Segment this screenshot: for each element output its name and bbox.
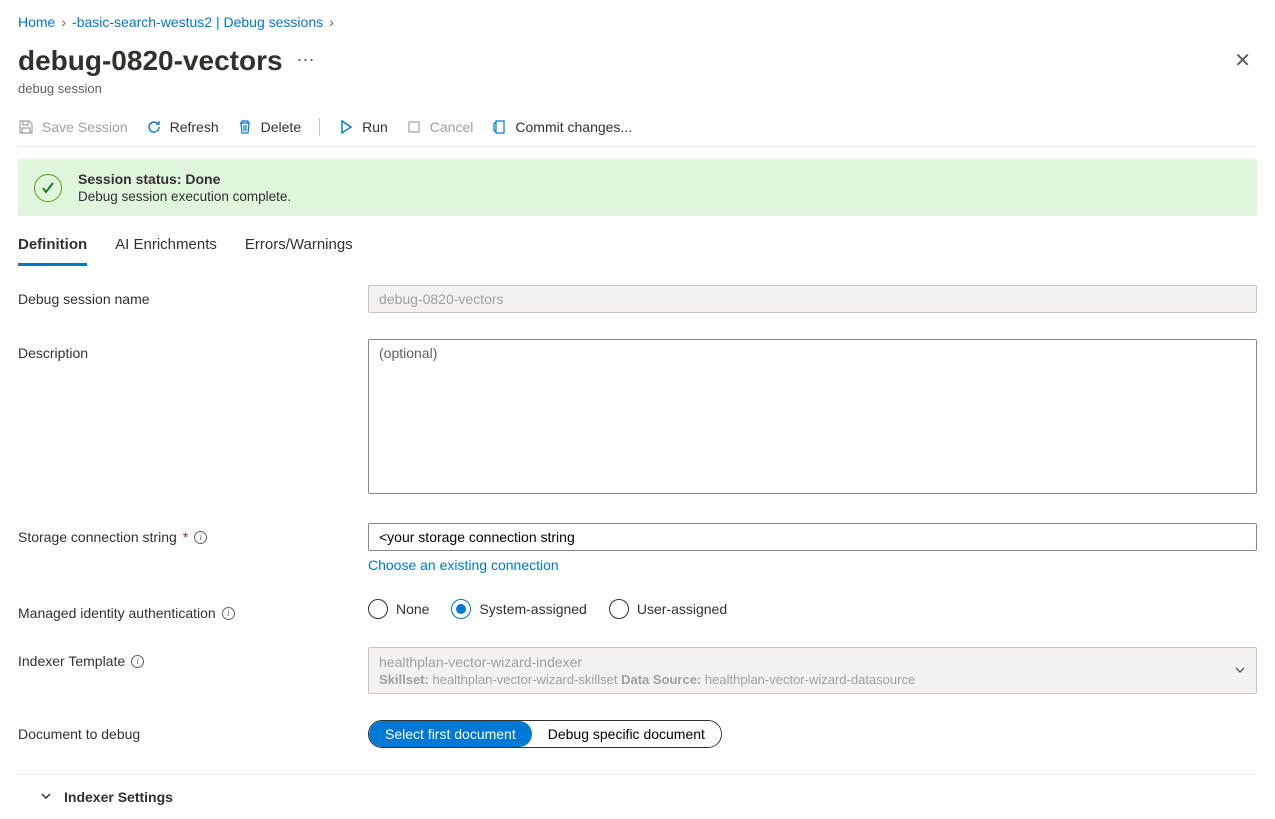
success-icon [34, 174, 62, 202]
chevron-right-icon: › [329, 14, 334, 30]
run-button[interactable]: Run [338, 119, 388, 135]
tab-ai-enrichments[interactable]: AI Enrichments [115, 230, 217, 266]
session-name-label: Debug session name [18, 285, 368, 307]
indexer-settings-header[interactable]: Indexer Settings [18, 789, 1257, 805]
indexer-template-details: Skillset: healthplan-vector-wizard-skill… [379, 672, 1226, 687]
toolbar-separator [319, 118, 320, 136]
tabs: Definition AI Enrichments Errors/Warning… [18, 230, 1257, 267]
radio-user-label: User-assigned [637, 601, 727, 617]
status-title: Session status: Done [78, 171, 291, 187]
managed-identity-label: Managed identity authentication [18, 605, 216, 621]
refresh-icon [146, 119, 162, 135]
status-message: Debug session execution complete. [78, 189, 291, 204]
chevron-down-icon [40, 789, 52, 805]
commit-label: Commit changes... [515, 119, 632, 135]
pill-select-first-document[interactable]: Select first document [369, 721, 532, 747]
commit-changes-button[interactable]: Commit changes... [491, 119, 632, 135]
breadcrumb-service[interactable]: -basic-search-westus2 | Debug sessions [72, 14, 323, 30]
breadcrumb: Home › -basic-search-westus2 | Debug ses… [18, 14, 1257, 30]
radio-system-assigned[interactable]: System-assigned [451, 599, 586, 619]
indexer-template-label: Indexer Template [18, 653, 125, 669]
choose-existing-connection-link[interactable]: Choose an existing connection [368, 557, 559, 573]
radio-user-assigned[interactable]: User-assigned [609, 599, 727, 619]
definition-form: Debug session name Description Storage c… [18, 285, 1257, 805]
page-title: debug-0820-vectors [18, 45, 283, 77]
refresh-label: Refresh [170, 119, 219, 135]
status-banner: Session status: Done Debug session execu… [18, 159, 1257, 216]
delete-label: Delete [261, 119, 301, 135]
stop-icon [406, 119, 422, 135]
save-icon [18, 119, 34, 135]
breadcrumb-home[interactable]: Home [18, 14, 55, 30]
connection-string-label: Storage connection string [18, 529, 177, 545]
tab-definition[interactable]: Definition [18, 230, 87, 266]
indexer-template-name: healthplan-vector-wizard-indexer [379, 654, 1226, 670]
document-to-debug-label: Document to debug [18, 720, 368, 742]
radio-none-label: None [396, 601, 429, 617]
indexer-settings-accordion: Indexer Settings [18, 774, 1257, 805]
close-icon[interactable]: ✕ [1228, 42, 1257, 79]
page-subtitle: debug session [18, 81, 1257, 96]
indexer-template-dropdown[interactable]: healthplan-vector-wizard-indexer Skillse… [368, 647, 1257, 694]
description-textarea[interactable] [368, 339, 1257, 494]
tab-errors-warnings[interactable]: Errors/Warnings [245, 230, 353, 266]
connection-string-input[interactable] [368, 523, 1257, 551]
indexer-settings-label: Indexer Settings [64, 789, 173, 805]
play-icon [338, 119, 354, 135]
radio-none[interactable]: None [368, 599, 429, 619]
more-actions-icon[interactable]: ⋯ [297, 50, 317, 71]
cancel-label: Cancel [430, 119, 474, 135]
info-icon[interactable]: i [194, 531, 207, 544]
description-label: Description [18, 339, 368, 361]
save-session-button[interactable]: Save Session [18, 119, 128, 135]
commit-icon [491, 119, 507, 135]
toolbar: Save Session Refresh Delete Run Cancel C… [18, 118, 1257, 147]
refresh-button[interactable]: Refresh [146, 119, 219, 135]
pill-debug-specific-document[interactable]: Debug specific document [532, 721, 721, 747]
chevron-down-icon [1234, 663, 1246, 679]
radio-system-label: System-assigned [479, 601, 586, 617]
chevron-right-icon: › [61, 14, 66, 30]
session-name-input[interactable] [368, 285, 1257, 313]
info-icon[interactable]: i [131, 655, 144, 668]
cancel-button[interactable]: Cancel [406, 119, 474, 135]
document-debug-toggle: Select first document Debug specific doc… [368, 720, 722, 748]
required-indicator: * [183, 529, 188, 545]
run-label: Run [362, 119, 388, 135]
info-icon[interactable]: i [222, 607, 235, 620]
delete-button[interactable]: Delete [237, 119, 301, 135]
save-session-label: Save Session [42, 119, 128, 135]
delete-icon [237, 119, 253, 135]
